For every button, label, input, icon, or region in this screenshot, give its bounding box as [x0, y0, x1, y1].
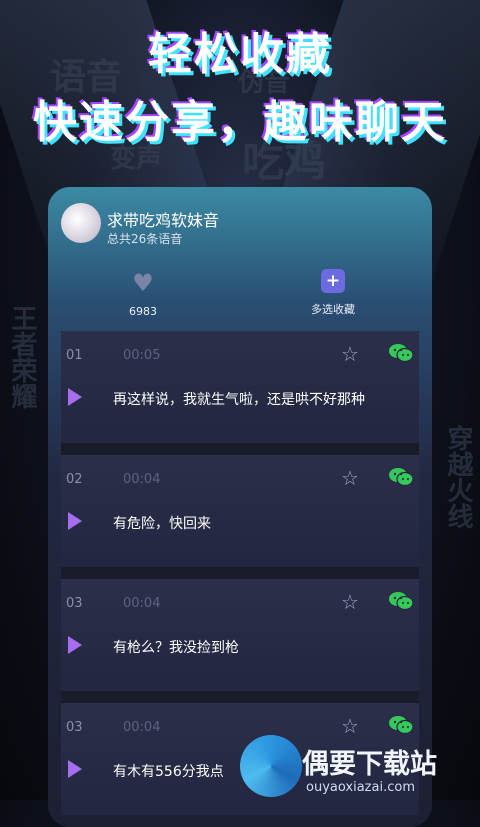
voice-index: 03 — [66, 596, 83, 611]
wechat-icon[interactable] — [388, 467, 414, 487]
wechat-icon[interactable] — [388, 715, 414, 735]
collection-card: 求带吃鸡软妹音 总共26条语音 ♥ 6983 + 多选收藏 01 00:05 ☆… — [48, 187, 432, 827]
star-outline-icon[interactable]: ☆ — [341, 466, 359, 490]
row-divider — [61, 567, 419, 579]
headline-line1: 轻松收藏 — [148, 29, 332, 80]
voice-row[interactable]: 01 00:05 ☆ 再这样说，我就生气啦，还是哄不好那种 — [61, 331, 419, 443]
bg-word: 穿越火线 — [443, 425, 473, 529]
play-icon[interactable] — [68, 388, 82, 406]
like-button[interactable]: ♥ 6983 — [93, 269, 193, 318]
like-count: 6983 — [129, 305, 157, 318]
voice-index: 02 — [66, 472, 83, 487]
voice-duration: 00:04 — [123, 472, 161, 487]
voice-text: 再这样说，我就生气啦，还是哄不好那种 — [113, 392, 365, 408]
voice-row[interactable]: 03 00:04 ☆ 有枪么？我没捡到枪 — [61, 579, 419, 691]
play-icon[interactable] — [68, 760, 82, 778]
star-outline-icon[interactable]: ☆ — [341, 714, 359, 738]
watermark-logo — [240, 735, 302, 797]
row-divider — [61, 691, 419, 703]
voice-text: 有危险，快回来 — [113, 516, 211, 532]
watermark-url: ouyaoxiazai.com — [306, 780, 415, 795]
voice-text: 有枪么？我没捡到枪 — [113, 640, 239, 656]
voice-index: 03 — [66, 720, 83, 735]
heart-icon: ♥ — [132, 269, 154, 297]
multi-select-button[interactable]: + 多选收藏 — [283, 269, 383, 317]
collection-subtitle: 总共26条语音 — [107, 232, 183, 246]
voice-duration: 00:05 — [123, 348, 161, 363]
voice-row[interactable]: 02 00:04 ☆ 有危险，快回来 — [61, 455, 419, 567]
voice-index: 01 — [66, 348, 83, 363]
collection-title: 求带吃鸡软妹音 — [107, 211, 220, 230]
wechat-icon[interactable] — [388, 591, 414, 611]
voice-text: 有木有556分我点 — [113, 764, 224, 780]
wechat-icon[interactable] — [388, 343, 414, 363]
bg-word: 王者荣耀 — [7, 305, 37, 409]
row-divider — [61, 443, 419, 455]
folder-add-icon: + — [321, 269, 345, 293]
voice-duration: 00:04 — [123, 720, 161, 735]
watermark-title: 偶要下载站 — [302, 749, 437, 780]
play-icon[interactable] — [68, 512, 82, 530]
star-outline-icon[interactable]: ☆ — [341, 590, 359, 614]
multi-select-label: 多选收藏 — [311, 303, 355, 316]
play-icon[interactable] — [68, 636, 82, 654]
voice-duration: 00:04 — [123, 596, 161, 611]
avatar[interactable] — [61, 203, 101, 243]
headline-line2: 快速分享，趣味聊天 — [33, 97, 447, 148]
star-outline-icon[interactable]: ☆ — [341, 342, 359, 366]
